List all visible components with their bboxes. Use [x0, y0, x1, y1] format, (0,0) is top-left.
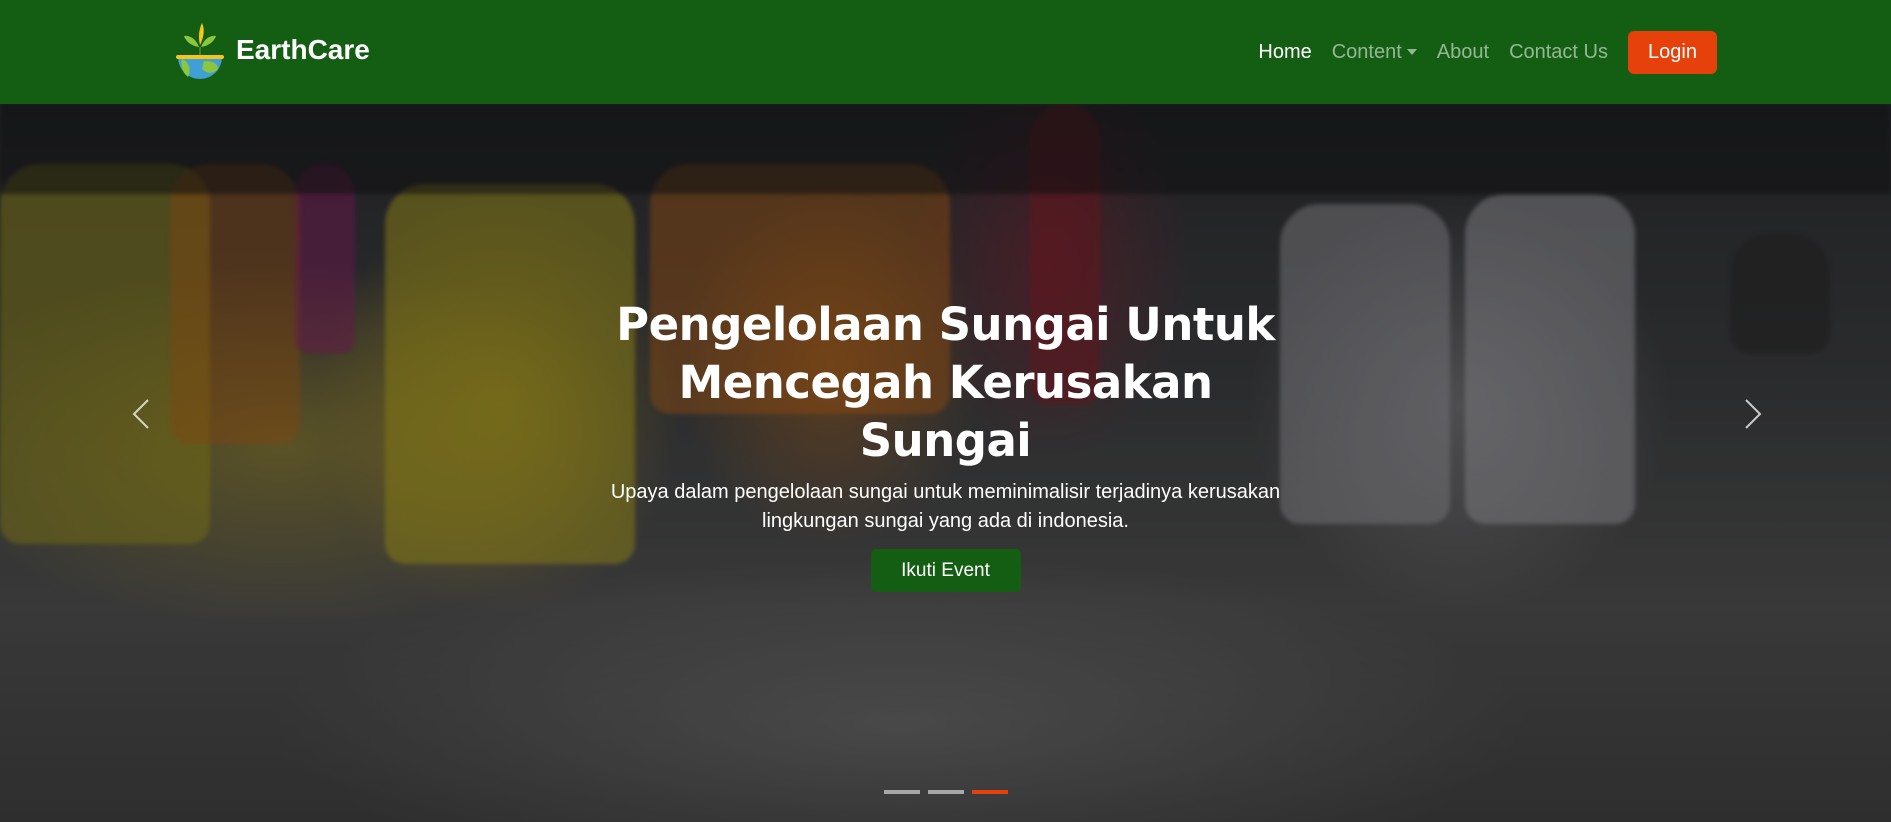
carousel-indicator-2[interactable] [927, 790, 964, 794]
carousel-indicator-3[interactable] [971, 790, 1008, 794]
earth-plant-logo-icon [176, 23, 224, 79]
main-nav: Home Content About Contact Us Login [1238, 0, 1717, 104]
hero-title: Pengelolaan Sungai Untuk Mencegah Kerusa… [616, 298, 1275, 467]
hero-subtitle: Upaya dalam pengelolaan sungai untuk mem… [610, 481, 1281, 532]
carousel-caption: Pengelolaan Sungai Untuk Mencegah Kerusa… [0, 296, 1891, 592]
brand-link[interactable]: EarthCare [172, 16, 370, 84]
join-event-button[interactable]: Ikuti Event [870, 549, 1021, 592]
carousel-indicators [0, 790, 1891, 794]
nav-content-label: Content [1331, 40, 1402, 63]
nav-home[interactable]: Home [1258, 41, 1311, 64]
login-button[interactable]: Login [1628, 30, 1717, 74]
caret-down-icon [1406, 49, 1417, 55]
carousel-indicator-1[interactable] [883, 790, 920, 794]
nav-about[interactable]: About [1437, 41, 1489, 64]
nav-content-dropdown[interactable]: Content [1332, 41, 1417, 64]
nav-contact-us[interactable]: Contact Us [1509, 41, 1608, 64]
navbar: EarthCare Home Content About Contact Us … [0, 0, 1891, 104]
hero-carousel: Pengelolaan Sungai Untuk Mencegah Kerusa… [0, 104, 1891, 822]
brand-name: EarthCare [236, 34, 370, 65]
